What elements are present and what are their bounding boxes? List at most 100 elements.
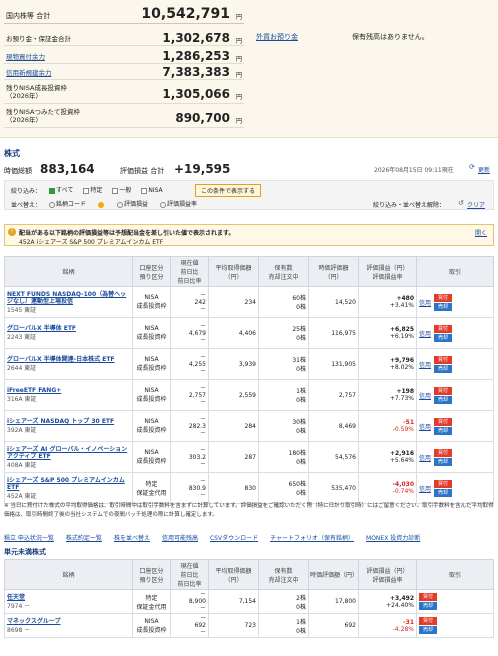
stock-name-link[interactable]: マネックスグループ — [7, 618, 130, 625]
summary-row: 残りNISA成長投資枠 （2026年） 1,305,066 円 — [4, 82, 244, 104]
column-header: 保有数 売却注文中 — [258, 256, 309, 287]
sell-button[interactable]: 売却 — [419, 626, 437, 634]
pl-cell: +9,796 +8.02% — [358, 348, 417, 380]
stock-cell: iシェアーズ S&P 500 プレミアムインカム ETF 452A 東証 — [4, 472, 133, 504]
sell-button[interactable]: 売却 — [434, 395, 453, 404]
pl-cell: -4,030 -0.74% — [358, 472, 417, 504]
radio-icon[interactable] — [117, 201, 124, 208]
avg-price: 2,559 — [208, 379, 259, 411]
stock-name-link[interactable]: NEXT FUNDS NASDAQ-100（為替ヘッジなし）連動型上場投信 — [7, 291, 130, 305]
radio-icon[interactable] — [98, 201, 105, 208]
filter-checkbox[interactable]: NISA — [141, 187, 163, 194]
buy-button[interactable]: 買付 — [434, 448, 453, 457]
filter-checkbox[interactable]: 特定 — [83, 187, 102, 194]
buy-button[interactable]: 買付 — [434, 324, 453, 333]
pl-value: +9,796 — [389, 357, 414, 364]
reset-label: 絞り込み・並べ替え解除： — [373, 202, 446, 209]
avg-price: 723 — [208, 613, 259, 638]
fx-note: 保有残高はありません。 — [352, 33, 429, 41]
credit-link[interactable]: 信用 — [419, 391, 431, 400]
sell-button[interactable]: 売却 — [434, 364, 453, 373]
summary-row-label[interactable]: 現物買付余力 — [6, 53, 45, 61]
footer-link[interactable]: 信用可能残高 — [162, 535, 198, 542]
column-header: 現在値 前日比 前日比率 — [170, 256, 209, 287]
radio-icon[interactable] — [160, 201, 167, 208]
sell-button[interactable]: 売却 — [434, 457, 453, 466]
radio-icon[interactable] — [49, 201, 55, 208]
sort-option[interactable]: 銘柄コード — [49, 201, 86, 208]
fx-deposit-link[interactable]: 外貨お預り金 — [256, 32, 298, 42]
footer-link[interactable]: 積立 申込状況一覧 — [4, 535, 54, 542]
filter-option-label: 一般 — [119, 187, 132, 194]
checkbox-icon[interactable] — [49, 187, 55, 194]
sell-button[interactable]: 売却 — [434, 426, 453, 435]
pl-value: +3,492 — [389, 594, 414, 602]
sell-button[interactable]: 売却 — [434, 302, 453, 311]
stock-name-link[interactable]: iシェアーズ S&P 500 プレミアムインカム ETF — [7, 477, 130, 491]
stock-name-link[interactable]: グローバルX 半導体 ETF — [7, 325, 130, 332]
sort-option[interactable]: 評価損益 — [117, 201, 148, 208]
account-type: 特定 保証金代用 — [132, 472, 171, 504]
stock-name-link[interactable]: iシェアーズ AI グローバル・イノベーション アクティブ ETF — [7, 446, 130, 460]
quantity: 1株 0株 — [258, 613, 309, 638]
buy-button[interactable]: 買付 — [434, 293, 453, 302]
clear-icon[interactable]: ↺ — [458, 199, 464, 207]
credit-link[interactable]: 信用 — [419, 329, 431, 338]
current-price: 4,679 — [188, 329, 206, 337]
filter-show-button[interactable]: この条件で表示する — [195, 184, 262, 197]
buy-button[interactable]: 買付 — [419, 593, 437, 601]
sell-button[interactable]: 売却 — [419, 602, 437, 610]
holding-row: マネックスグループ 8698 － NISA 成長投資枠－ 692 － 723 1株 0株 69… — [4, 613, 494, 638]
footer-link[interactable]: チャートフォリオ（保有銘柄） — [270, 535, 354, 542]
holding-row: iFreeETF FANG+ 316A 東証 NISA 成長投資枠－ 2,757 － 2,… — [4, 379, 494, 411]
stock-name-link[interactable]: iシェアーズ NASDAQ トップ 30 ETF — [7, 418, 130, 425]
account-type: 特定 保証金代用 — [132, 589, 171, 614]
footer-link[interactable]: MONEX 投資力診断 — [366, 535, 420, 542]
refresh-icon[interactable]: ⟳ — [469, 163, 475, 171]
filter-checkbox[interactable]: 一般 — [112, 187, 131, 194]
sell-button[interactable]: 売却 — [434, 333, 453, 342]
clear-link[interactable]: クリア — [467, 200, 485, 209]
current-price: 8,900 — [188, 598, 206, 605]
footer-link[interactable]: 株を並べ替え — [114, 535, 150, 542]
pl-cell: +198 +7.73% — [358, 379, 417, 411]
price-cell: － 4,255 － — [170, 348, 209, 380]
stock-code: 8698 － — [7, 626, 31, 634]
stock-name-link[interactable]: グローバルX 半導体関連-日本株式 ETF — [7, 356, 130, 363]
sell-button[interactable]: 売却 — [434, 488, 453, 497]
credit-link[interactable]: 信用 — [419, 422, 431, 431]
change-rate-dash: － — [199, 605, 206, 612]
summary-row-label: 残りNISAつみたて投資枠 （2026年） — [6, 108, 80, 124]
credit-link[interactable]: 信用 — [419, 298, 431, 307]
pl-rate: +6.19% — [389, 333, 414, 340]
current-price: 692 — [194, 622, 206, 629]
footnote: ※ 当日に買付けた株式の平均取得価格は、取引時間中は取引手数料を含まずに計算して… — [4, 503, 494, 518]
sort-option[interactable]: 評価損益率 — [160, 201, 197, 208]
sort-option[interactable] — [98, 201, 105, 208]
market-value: 116,975 — [308, 317, 359, 349]
buy-button[interactable]: 買付 — [434, 417, 453, 426]
summary-row-label[interactable]: 信用新規建余力 — [6, 69, 52, 77]
checkbox-icon[interactable] — [83, 187, 90, 194]
pl-rate: +5.64% — [389, 457, 414, 464]
checkbox-icon[interactable] — [112, 187, 119, 194]
column-header: 銘柄 — [4, 256, 133, 287]
buy-button[interactable]: 買付 — [434, 479, 453, 488]
credit-link[interactable]: 信用 — [419, 453, 431, 462]
notice-open-link[interactable]: 開く — [475, 228, 487, 237]
filter-checkbox[interactable]: すべて — [49, 187, 73, 194]
quantity: 60株 0株 — [258, 286, 309, 318]
credit-link[interactable]: 信用 — [419, 484, 431, 493]
footer-link[interactable]: 株式約定一覧 — [66, 535, 102, 542]
buy-button[interactable]: 買付 — [434, 355, 453, 364]
header-row: 銘柄 口座区分 預り区分 現在値 前日比 前日比率 平均取得価額（円） 保有数 売却注文… — [4, 559, 494, 590]
buy-button[interactable]: 買付 — [434, 386, 453, 395]
buy-button[interactable]: 買付 — [419, 617, 437, 625]
checkbox-icon[interactable] — [141, 187, 148, 194]
footer-link[interactable]: CSVダウンロード — [210, 535, 258, 542]
stock-name-link[interactable]: iFreeETF FANG+ — [7, 387, 130, 394]
stock-name-link[interactable]: 任天堂 — [7, 594, 130, 601]
header-row: 銘柄 口座区分 預り区分 現在値 前日比 前日比率 平均取得価額 （円） 保有数 売却注… — [4, 256, 494, 287]
refresh-link[interactable]: 更新 — [478, 165, 490, 174]
credit-link[interactable]: 信用 — [419, 360, 431, 369]
